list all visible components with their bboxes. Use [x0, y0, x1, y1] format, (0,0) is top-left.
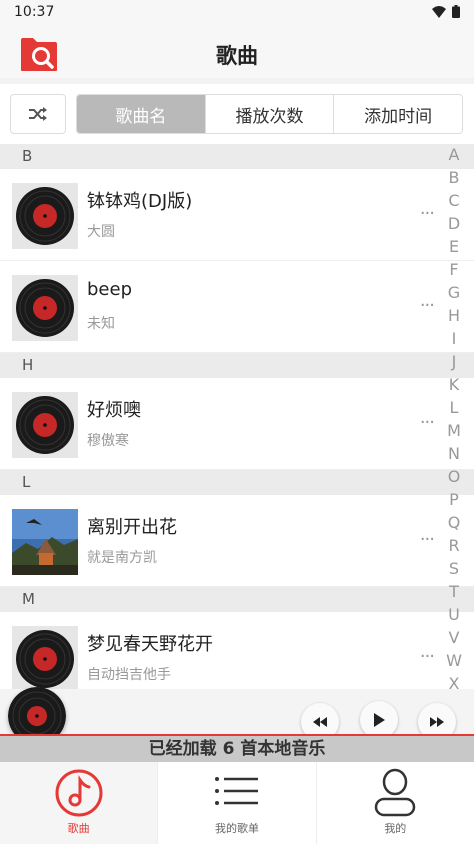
song-row[interactable]: 离别开出花 就是南方凯 ··· — [0, 495, 474, 587]
alpha-letter[interactable]: C — [448, 189, 459, 212]
vinyl-icon — [12, 392, 78, 458]
alpha-letter[interactable]: J — [452, 350, 457, 373]
tab-sort-date-added[interactable]: 添加时间 — [333, 95, 462, 133]
more-options-icon[interactable]: ··· — [420, 295, 435, 316]
status-time: 10:37 — [14, 4, 55, 20]
wifi-icon — [432, 5, 446, 18]
vinyl-icon — [12, 275, 78, 341]
status-bar: 10:37 — [0, 0, 474, 24]
alpha-letter[interactable]: K — [449, 373, 460, 396]
alpha-letter[interactable]: V — [449, 626, 460, 649]
alpha-letter[interactable]: A — [449, 143, 460, 166]
tab-sort-play-count[interactable]: 播放次数 — [204, 95, 334, 133]
alpha-letter[interactable]: Q — [448, 511, 461, 534]
alpha-letter[interactable]: H — [448, 304, 460, 327]
alpha-letter[interactable]: U — [448, 603, 460, 626]
song-row[interactable]: 梦见春天野花开 自动挡吉他手 ··· — [0, 612, 474, 689]
bottom-nav: 歌曲 我的歌单 我的 — [0, 762, 474, 844]
load-status-text: 已经加载 6 首本地音乐 — [0, 736, 474, 762]
alpha-letter[interactable]: T — [449, 580, 459, 603]
playlist-icon — [214, 777, 258, 805]
alpha-letter[interactable]: D — [448, 212, 460, 235]
battery-icon — [452, 5, 460, 18]
section-header-m: M — [0, 587, 474, 612]
more-options-icon[interactable]: ··· — [420, 412, 435, 433]
alpha-letter[interactable]: R — [448, 534, 459, 557]
alpha-letter[interactable]: B — [449, 166, 460, 189]
song-title: 钵钵鸡(DJ版) — [87, 191, 193, 212]
song-artist: 未知 — [87, 316, 115, 332]
alpha-letter[interactable]: P — [449, 488, 459, 511]
fast-forward-icon — [430, 717, 444, 727]
section-header-b: B — [0, 144, 474, 169]
song-row[interactable]: 好烦噢 穆傲寒 ··· — [0, 378, 474, 470]
nav-label: 我的歌单 — [214, 822, 259, 835]
alpha-letter[interactable]: G — [448, 281, 460, 304]
sort-tabs: 歌曲名 播放次数 添加时间 — [76, 94, 463, 134]
alpha-letter[interactable]: L — [450, 396, 459, 419]
nav-label: 我的 — [384, 822, 407, 835]
more-options-icon[interactable]: ··· — [420, 529, 435, 550]
rewind-icon — [313, 717, 327, 727]
alpha-letter[interactable]: M — [447, 419, 461, 442]
song-list[interactable]: B 钵钵鸡(DJ版) 大圆 ··· beep 未知 ··· H 好烦噢 穆傲寒 … — [0, 144, 474, 689]
alpha-letter[interactable]: W — [446, 649, 462, 672]
song-row[interactable]: 钵钵鸡(DJ版) 大圆 ··· — [0, 169, 474, 261]
shuffle-button[interactable] — [10, 94, 66, 134]
alphabet-index[interactable]: A B C D E F G H I J K L M N O P Q R S T … — [444, 143, 464, 695]
app-header: 歌曲 — [0, 24, 474, 78]
section-header-h: H — [0, 353, 474, 378]
nav-item-profile[interactable]: 我的 — [315, 762, 474, 844]
vinyl-icon — [12, 183, 78, 249]
song-title: 梦见春天野花开 — [87, 634, 213, 655]
song-artist: 大圆 — [87, 224, 115, 240]
vinyl-icon — [12, 626, 78, 689]
alpha-letter[interactable]: E — [449, 235, 459, 258]
song-row[interactable]: beep 未知 ··· — [0, 261, 474, 353]
alpha-letter[interactable]: N — [448, 442, 460, 465]
more-options-icon[interactable]: ··· — [420, 646, 435, 667]
page-title: 歌曲 — [216, 44, 258, 68]
mini-player — [0, 687, 474, 745]
alpha-letter[interactable]: O — [448, 465, 461, 488]
play-icon — [374, 713, 385, 727]
sort-bar: 歌曲名 播放次数 添加时间 — [0, 84, 474, 144]
song-title: 离别开出花 — [87, 517, 177, 538]
section-header-l: L — [0, 470, 474, 495]
shuffle-icon — [29, 107, 47, 121]
tab-sort-title[interactable]: 歌曲名 — [77, 95, 205, 133]
more-options-icon[interactable]: ··· — [420, 203, 435, 224]
song-artist: 就是南方凯 — [87, 550, 157, 566]
song-artist: 自动挡吉他手 — [87, 667, 171, 683]
alpha-letter[interactable]: F — [449, 258, 458, 281]
music-note-icon — [55, 769, 103, 817]
song-artist: 穆傲寒 — [87, 433, 129, 449]
profile-icon — [375, 768, 416, 817]
alpha-letter[interactable]: S — [449, 557, 459, 580]
nav-item-songs[interactable]: 歌曲 — [0, 762, 158, 844]
alpha-letter[interactable]: I — [452, 327, 457, 350]
nav-item-playlists[interactable]: 我的歌单 — [157, 762, 315, 844]
album-photo — [12, 509, 78, 575]
nav-label: 歌曲 — [67, 822, 90, 835]
song-title: 好烦噢 — [87, 400, 141, 421]
song-title: beep — [87, 279, 132, 300]
status-icons — [432, 5, 460, 18]
